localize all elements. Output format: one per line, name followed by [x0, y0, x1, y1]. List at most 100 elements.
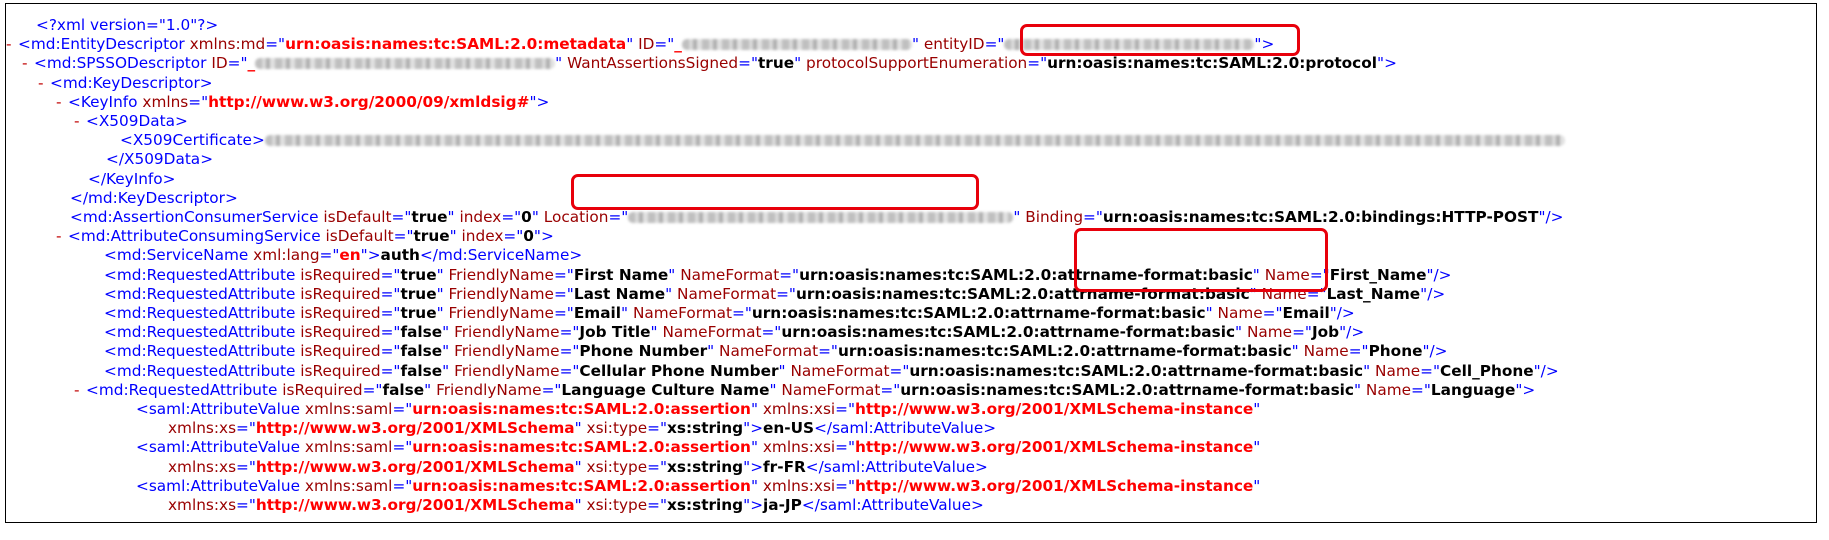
redacted-certificate: [264, 135, 1565, 147]
collapse-toggle[interactable]: -: [38, 74, 50, 93]
attr-name: entityID: [923, 35, 985, 54]
attr-name: FriendlyName: [454, 361, 560, 380]
attr-value: false: [382, 380, 425, 399]
attr-value: xs:string: [667, 457, 744, 476]
attr-name: NameFormat: [677, 284, 777, 303]
tag-name: md:SPSSODescriptor: [46, 54, 207, 73]
attr-name: ID: [211, 54, 228, 73]
tag-name: md:KeyDescriptor: [62, 73, 200, 92]
attr-value: 0: [523, 227, 534, 246]
attr-name: ID: [638, 35, 655, 54]
attr-value: _: [247, 54, 256, 73]
tag-name: md:ServiceName: [437, 246, 570, 265]
attr-value: en: [339, 246, 361, 265]
attr-name: FriendlyName: [436, 380, 542, 399]
attr-value: First Name: [573, 265, 669, 284]
attr-value: urn:oasis:names:tc:SAML:2.0:attrname-for…: [900, 380, 1354, 399]
attr-name: isDefault: [325, 227, 394, 246]
attr-value: urn:oasis:names:tc:SAML:2.0:bindings:HTT…: [1102, 208, 1539, 226]
xml-line: <saml:AttributeValue xmlns:saml="urn:oas…: [136, 476, 1261, 495]
tag-name: md:RequestedAttribute: [116, 284, 296, 303]
xml-viewer: <?xml version="1.0"?> - <md:EntityDescript…: [5, 3, 1817, 523]
attr-name: xsi:type: [586, 457, 648, 476]
attr-name: Name: [1365, 380, 1412, 399]
tag-name: md:ServiceName: [116, 246, 249, 265]
attr-value: Cell_Phone: [1440, 361, 1534, 380]
attr-value: urn:oasis:names:tc:SAML:2.0:protocol: [1047, 54, 1378, 73]
attr-name: Name: [1217, 304, 1263, 322]
attr-value: Job: [1311, 323, 1340, 342]
xml-line: <X509Certificate>: [120, 131, 1565, 150]
tag-name: X509Certificate: [132, 131, 252, 150]
collapse-toggle[interactable]: -: [6, 35, 18, 54]
tag-name: md:RequestedAttribute: [116, 342, 296, 361]
attr-value: _: [674, 35, 682, 54]
tag-name: saml:AttributeValue: [148, 476, 301, 495]
tag-name: md:KeyDescriptor: [87, 188, 225, 207]
attr-value: Phone: [1368, 342, 1423, 361]
attr-value: true: [413, 227, 450, 246]
tag-name: md:AttributeConsumingService: [80, 227, 321, 246]
attr-value: http://www.w3.org/2001/XMLSchema: [255, 496, 575, 514]
collapse-toggle[interactable]: -: [56, 93, 68, 112]
attribute-value-text: en-US: [763, 419, 815, 438]
attr-name: xmlns:xsi: [762, 438, 836, 457]
highlight-location: [571, 174, 979, 210]
attr-name: FriendlyName: [454, 342, 560, 361]
xml-line: xmlns:xs="http://www.w3.org/2001/XMLSche…: [168, 496, 984, 514]
attr-value: Language Culture Name: [561, 380, 770, 399]
attr-name: isRequired: [300, 265, 381, 284]
attr-value: false: [400, 342, 443, 361]
attr-name: NameFormat: [790, 361, 890, 380]
attr-value: Job Title: [579, 323, 651, 342]
xml-line: <md:RequestedAttribute isRequired="false…: [104, 323, 1365, 342]
xml-line: - <KeyInfo xmlns="http://www.w3.org/2000/…: [56, 92, 550, 112]
collapse-toggle[interactable]: -: [74, 381, 86, 400]
xml-line: </X509Data>: [106, 150, 214, 169]
attr-value: xs:string: [667, 496, 744, 514]
xml-line: <saml:AttributeValue xmlns:saml="urn:oas…: [136, 438, 1261, 457]
attr-value: urn:oasis:names:tc:SAML:2.0:attrname-for…: [837, 342, 1292, 361]
xml-line: <md:RequestedAttribute isRequired="true"…: [104, 304, 1355, 322]
attr-name: index: [461, 227, 504, 246]
tag-name: md:RequestedAttribute: [116, 361, 296, 380]
attr-name: isRequired: [300, 361, 381, 380]
tag-name: saml:AttributeValue: [148, 400, 301, 418]
xml-declaration: <?xml version="1.0"?>: [36, 16, 219, 34]
attr-name: xmlns:xsi: [762, 400, 836, 418]
attr-name: Name: [1375, 361, 1421, 380]
attr-name: xmlns:xs: [168, 457, 237, 476]
collapse-toggle[interactable]: -: [56, 227, 68, 246]
collapse-toggle[interactable]: -: [22, 54, 34, 73]
attr-name: xmlns:xs: [168, 496, 237, 514]
attr-value: true: [400, 284, 437, 303]
attr-value: true: [758, 54, 795, 73]
attr-value: 0: [521, 208, 532, 226]
attr-name: xmlns:xs: [168, 419, 237, 438]
attr-value: Cellular Phone Number: [579, 361, 779, 380]
collapse-toggle[interactable]: -: [74, 112, 86, 131]
tag-name: md:RequestedAttribute: [98, 380, 278, 399]
attr-name: NameFormat: [781, 380, 881, 399]
attr-name: FriendlyName: [448, 265, 554, 284]
attr-value: urn:oasis:names:tc:SAML:2.0:assertion: [412, 476, 751, 495]
attr-name: xmlns: [142, 92, 189, 111]
attr-value: http://www.w3.org/2001/XMLSchema-instanc…: [855, 438, 1254, 457]
attr-value: urn:oasis:names:tc:SAML:2.0:assertion: [412, 400, 751, 418]
attr-value: Language: [1430, 380, 1516, 399]
xml-line: - <md:KeyDescriptor>: [38, 73, 213, 93]
tag-name: KeyInfo: [105, 169, 163, 188]
redacted-sp-id: [255, 58, 556, 70]
attr-name: xmlns:saml: [304, 438, 393, 457]
attr-name: NameFormat: [662, 323, 762, 342]
attr-name: xml:lang: [253, 246, 320, 265]
attr-name: isRequired: [300, 284, 381, 303]
tag-name: md:RequestedAttribute: [116, 265, 296, 284]
attr-name: protocolSupportEnumeration: [806, 54, 1028, 73]
attr-value: true: [411, 208, 448, 226]
xml-line: - <X509Data>: [74, 112, 188, 131]
tag-name: md:RequestedAttribute: [116, 304, 296, 322]
xml-line: <?xml version="1.0"?>: [36, 16, 218, 35]
xml-line: <saml:AttributeValue xmlns:saml="urn:oas…: [136, 400, 1261, 418]
attr-value: Last Name: [573, 284, 666, 303]
